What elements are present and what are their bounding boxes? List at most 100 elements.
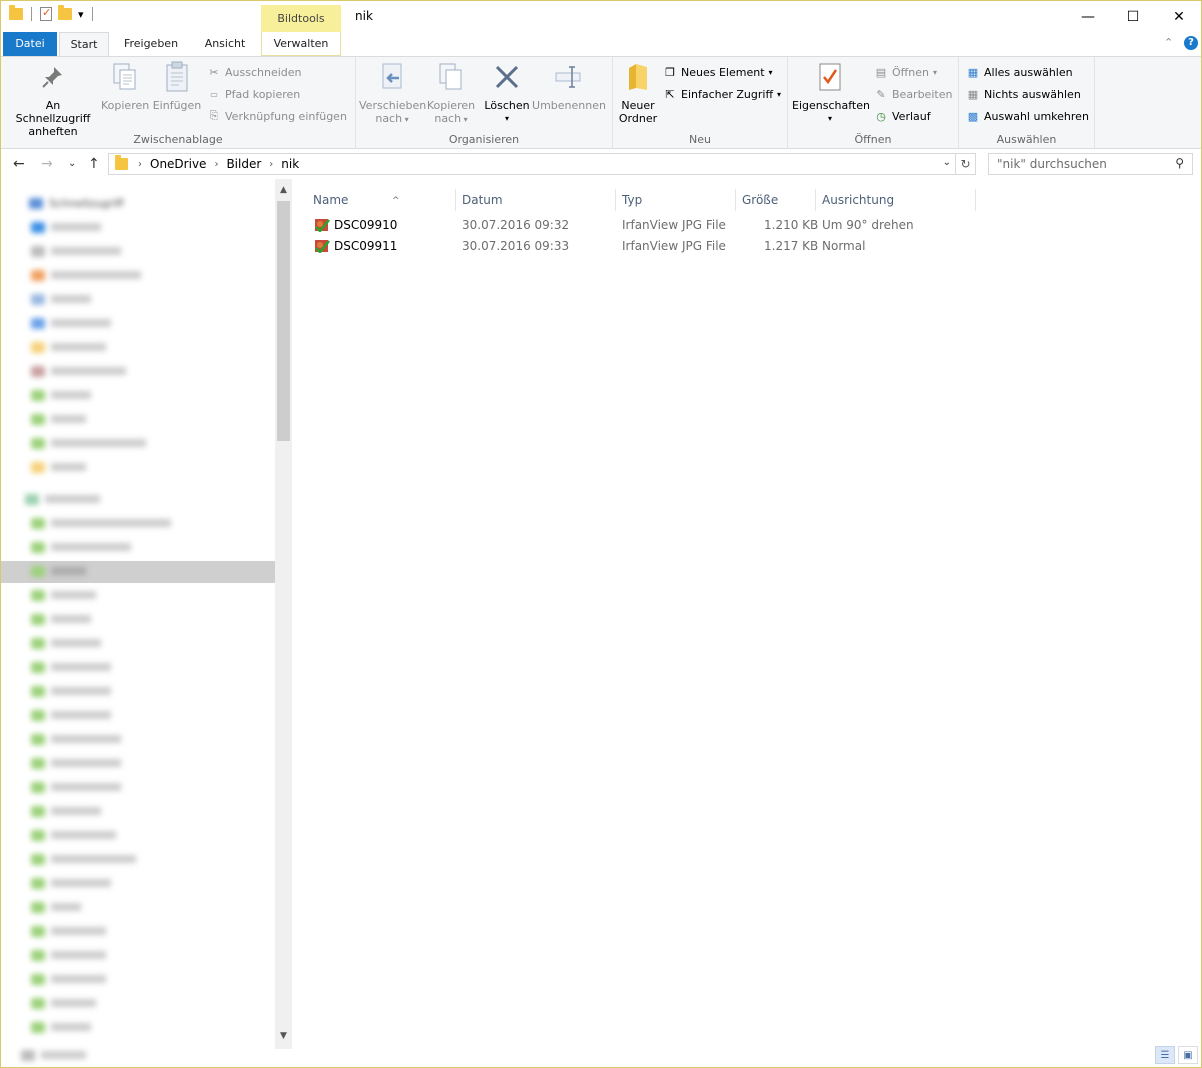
tab-ansicht[interactable]: Ansicht xyxy=(193,32,257,56)
delete-button[interactable]: Löschen ▾ xyxy=(483,61,531,125)
tab-verwalten[interactable]: Verwalten xyxy=(261,32,341,56)
paste-label: Einfügen xyxy=(152,99,202,112)
tree-item[interactable] xyxy=(31,755,121,771)
column-header-date[interactable]: Datum xyxy=(456,189,616,211)
qat-dropdown-icon[interactable]: ▾ xyxy=(78,8,84,21)
tree-item[interactable] xyxy=(31,899,81,915)
column-header-type[interactable]: Typ xyxy=(616,189,736,211)
address-bar[interactable]: › OneDrive › Bilder › nik ⌄ xyxy=(108,153,956,175)
folder-icon xyxy=(31,389,45,401)
paste-button[interactable]: Einfügen xyxy=(152,61,202,112)
back-button[interactable]: ← xyxy=(13,156,25,172)
tree-item[interactable] xyxy=(31,1019,91,1035)
tree-item[interactable] xyxy=(31,875,111,891)
recent-locations-button[interactable]: ⌄ xyxy=(68,158,76,169)
nav-item-quick-access[interactable]: Schnellzugriff xyxy=(29,195,124,211)
tree-item[interactable] xyxy=(31,515,171,531)
column-header-size[interactable]: Größe xyxy=(736,189,816,211)
tree-item[interactable] xyxy=(31,611,91,627)
large-icons-view-icon[interactable]: ▣ xyxy=(1178,1046,1198,1064)
history-button[interactable]: ◷ Verlauf xyxy=(874,106,930,126)
file-row[interactable]: DSC09911 30.07.2016 09:33 IrfanView JPG … xyxy=(306,236,966,256)
pin-quick-access-button[interactable]: An Schnellzugriff anheften xyxy=(7,61,99,138)
select-all-button[interactable]: ▦ Alles auswählen xyxy=(966,62,1073,82)
paste-icon xyxy=(161,61,193,93)
paste-shortcut-button[interactable]: ⎘ Verknüpfung einfügen xyxy=(207,106,347,126)
edit-button[interactable]: ✎ Bearbeiten xyxy=(874,84,952,104)
maximize-button[interactable]: ☐ xyxy=(1110,1,1156,32)
invert-selection-label: Auswahl umkehren xyxy=(984,109,1089,123)
column-header-name[interactable]: Name ^ xyxy=(307,189,456,211)
tree-item[interactable] xyxy=(31,779,121,795)
tree-item[interactable] xyxy=(31,803,101,819)
tab-datei[interactable]: Datei xyxy=(3,32,57,56)
up-button[interactable]: ↑ xyxy=(88,156,100,172)
forward-button[interactable]: → xyxy=(41,156,53,172)
tree-item[interactable] xyxy=(31,995,96,1011)
tree-item[interactable] xyxy=(31,267,141,283)
tree-item[interactable] xyxy=(31,411,86,427)
tree-item[interactable] xyxy=(31,363,126,379)
tree-item[interactable] xyxy=(31,683,111,699)
tree-item[interactable] xyxy=(31,659,111,675)
file-row[interactable]: DSC09910 30.07.2016 09:32 IrfanView JPG … xyxy=(306,215,966,235)
new-folder-button[interactable]: Neuer Ordner xyxy=(615,61,661,125)
tree-item[interactable] xyxy=(31,243,121,259)
address-dropdown-icon[interactable]: ⌄ xyxy=(943,157,951,168)
tree-item[interactable] xyxy=(31,731,121,747)
rename-button[interactable]: Umbenennen xyxy=(532,61,606,112)
tree-item[interactable] xyxy=(31,851,136,867)
refresh-button[interactable]: ↻ xyxy=(956,153,976,175)
properties-button[interactable]: Eigenschaften ▾ xyxy=(792,61,870,125)
tree-item[interactable] xyxy=(31,459,86,475)
tree-item[interactable] xyxy=(31,947,106,963)
tab-freigeben[interactable]: Freigeben xyxy=(113,32,189,56)
new-item-button[interactable]: ❐ Neues Element ▾ xyxy=(663,62,772,82)
tree-item[interactable] xyxy=(31,219,101,235)
new-folder-icon[interactable] xyxy=(58,5,72,20)
open-button[interactable]: ▤ Öffnen ▾ xyxy=(874,62,937,82)
scroll-up-icon[interactable]: ▲ xyxy=(275,185,292,195)
tree-item[interactable] xyxy=(31,827,116,843)
tree-item[interactable] xyxy=(25,491,100,507)
tree-item[interactable] xyxy=(31,635,101,651)
help-icon[interactable]: ? xyxy=(1184,36,1198,50)
search-input[interactable]: "nik" durchsuchen ⚲ xyxy=(988,153,1193,175)
breadcrumb-separator[interactable]: › xyxy=(214,159,218,170)
tree-item[interactable] xyxy=(31,387,91,403)
copy-path-button[interactable]: ▭ Pfad kopieren xyxy=(207,84,300,104)
close-button[interactable]: ✕ xyxy=(1156,1,1202,32)
breadcrumb-nik[interactable]: nik xyxy=(281,157,299,171)
collapse-ribbon-icon[interactable]: ⌃ xyxy=(1164,36,1173,49)
details-view-icon[interactable]: ☰ xyxy=(1155,1046,1175,1064)
tree-item[interactable] xyxy=(31,315,111,331)
select-none-button[interactable]: ▦ Nichts auswählen xyxy=(966,84,1081,104)
tree-item[interactable] xyxy=(31,971,106,987)
minimize-button[interactable]: — xyxy=(1065,1,1111,32)
tree-item[interactable] xyxy=(31,539,131,555)
move-to-button[interactable]: Verschieben nach ▾ xyxy=(359,61,426,126)
breadcrumb-bilder[interactable]: Bilder xyxy=(226,157,261,171)
breadcrumb-onedrive[interactable]: OneDrive xyxy=(150,157,206,171)
invert-selection-button[interactable]: ▩ Auswahl umkehren xyxy=(966,106,1089,126)
tree-item[interactable] xyxy=(31,435,146,451)
scroll-down-icon[interactable]: ▼ xyxy=(275,1031,292,1041)
tree-item[interactable] xyxy=(31,291,91,307)
properties-icon[interactable] xyxy=(40,6,52,21)
tree-item[interactable] xyxy=(31,339,106,355)
tab-start[interactable]: Start xyxy=(59,32,109,56)
easy-access-button[interactable]: ⇱ Einfacher Zugriff ▾ xyxy=(663,84,781,104)
copy-button[interactable]: Kopieren xyxy=(101,61,149,112)
tree-item[interactable] xyxy=(31,563,86,579)
column-header-orientation[interactable]: Ausrichtung xyxy=(816,189,976,211)
tree-item[interactable] xyxy=(31,707,111,723)
copy-to-button[interactable]: Kopieren nach ▾ xyxy=(425,61,477,126)
tree-item[interactable] xyxy=(31,923,106,939)
cut-button[interactable]: ✂ Ausschneiden xyxy=(207,62,301,82)
nav-scrollbar[interactable]: ▲ ▼ xyxy=(275,179,292,1049)
tree-item[interactable] xyxy=(31,587,96,603)
breadcrumb-separator[interactable]: › xyxy=(269,159,273,170)
scrollbar-thumb[interactable] xyxy=(277,201,290,441)
tree-item[interactable] xyxy=(21,1047,86,1063)
easy-access-icon: ⇱ xyxy=(665,87,675,101)
